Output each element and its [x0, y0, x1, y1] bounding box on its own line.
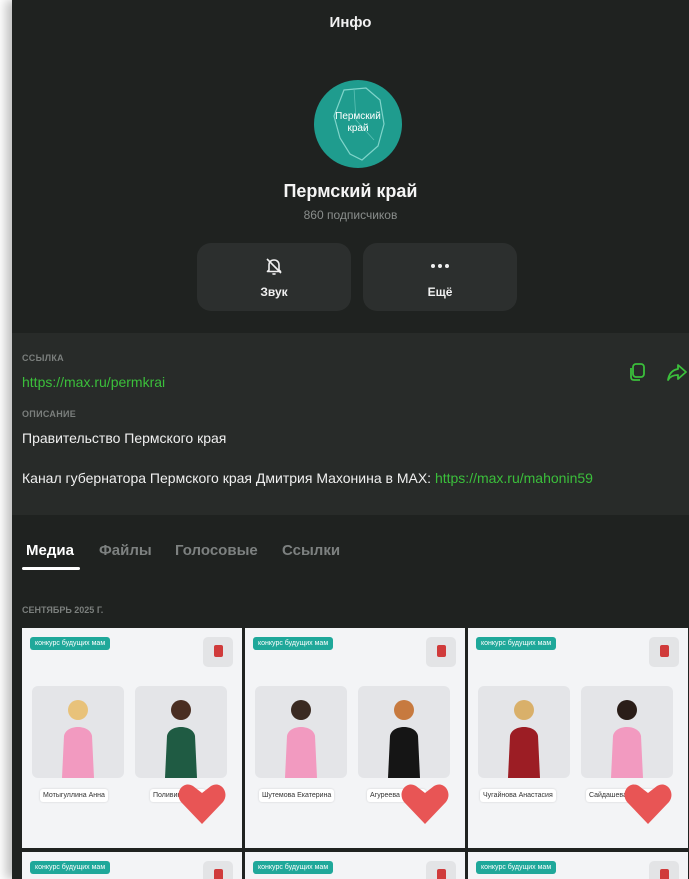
- avatar-label: Пермский край: [335, 111, 381, 134]
- participant-name: Шутемова Екатерина: [259, 789, 335, 802]
- link-section-label: ССЫЛКА: [22, 353, 64, 363]
- media-thumbnail[interactable]: конкурс будущих мам: [245, 852, 465, 879]
- logo-badge-icon: [649, 637, 679, 667]
- channel-info-panel: Инфо Пермский край Пермский край 860 под…: [12, 0, 689, 879]
- heart-icon: [401, 784, 449, 824]
- description-section-label: ОПИСАНИЕ: [22, 409, 77, 419]
- share-icon[interactable]: [666, 361, 688, 388]
- channel-name: Пермский край: [283, 181, 418, 201]
- description-text: Канал губернатора Пермского края Дмитрия…: [22, 470, 435, 486]
- governor-channel-link[interactable]: https://max.ru/mahonin59: [435, 470, 593, 486]
- logo-badge-icon: [649, 861, 679, 879]
- heart-icon: [624, 784, 672, 824]
- logo-badge-icon: [426, 861, 456, 879]
- photo: [358, 686, 450, 778]
- channel-details: ССЫЛКА https://max.ru/permkrai ОПИСАНИЕ …: [12, 333, 689, 515]
- tab-links[interactable]: Ссылки: [282, 542, 340, 559]
- description-line-2: Канал губернатора Пермского края Дмитрия…: [22, 470, 593, 486]
- tab-files[interactable]: Файлы: [99, 542, 152, 559]
- media-thumbnail[interactable]: конкурс будущих мам: [22, 852, 242, 879]
- photo: [255, 686, 347, 778]
- media-section: Медиа Файлы Голосовые Ссылки СЕНТЯБРЬ 20…: [12, 522, 689, 879]
- contest-tag: конкурс будущих мам: [30, 861, 111, 874]
- media-thumbnail[interactable]: конкурс будущих мам Чугайнова Анастасия …: [468, 628, 688, 848]
- logo-badge-icon: [203, 637, 233, 667]
- contest-tag: конкурс будущих мам: [253, 637, 334, 650]
- photo: [135, 686, 227, 778]
- subscriber-count: 860 подписчиков: [303, 208, 398, 222]
- media-date-label: СЕНТЯБРЬ 2025 Г.: [22, 605, 104, 615]
- sound-button-label: Звук: [260, 285, 288, 299]
- contest-tag: конкурс будущих мам: [30, 637, 111, 650]
- more-button[interactable]: Ещё: [363, 243, 517, 311]
- photo: [581, 686, 673, 778]
- channel-link[interactable]: https://max.ru/permkrai: [22, 374, 165, 390]
- channel-avatar: Пермский край: [314, 80, 402, 168]
- tab-media[interactable]: Медиа: [26, 542, 74, 559]
- more-button-label: Ещё: [427, 285, 453, 299]
- contest-tag: конкурс будущих мам: [476, 861, 557, 874]
- photo: [32, 686, 124, 778]
- contest-tag: конкурс будущих мам: [253, 861, 334, 874]
- participant-name: Мотыгуллина Анна: [40, 789, 108, 802]
- photo: [478, 686, 570, 778]
- logo-badge-icon: [203, 861, 233, 879]
- more-dots-icon: [363, 256, 517, 281]
- page-title: Инфо: [329, 14, 372, 31]
- media-thumbnail[interactable]: конкурс будущих мам: [468, 852, 688, 879]
- logo-badge-icon: [426, 637, 456, 667]
- media-thumbnail[interactable]: конкурс будущих мам Шутемова Екатерина А…: [245, 628, 465, 848]
- participant-name: Чугайнова Анастасия: [480, 789, 556, 802]
- contest-tag: конкурс будущих мам: [476, 637, 557, 650]
- active-tab-indicator: [22, 567, 80, 570]
- bell-off-icon: [197, 256, 351, 281]
- copy-icon[interactable]: [626, 361, 648, 388]
- tab-voice[interactable]: Голосовые: [175, 542, 258, 559]
- media-thumbnail[interactable]: конкурс будущих мам Мотыгуллина Анна Пол…: [22, 628, 242, 848]
- sound-button[interactable]: Звук: [197, 243, 351, 311]
- description-line-1: Правительство Пермского края: [22, 430, 227, 446]
- heart-icon: [178, 784, 226, 824]
